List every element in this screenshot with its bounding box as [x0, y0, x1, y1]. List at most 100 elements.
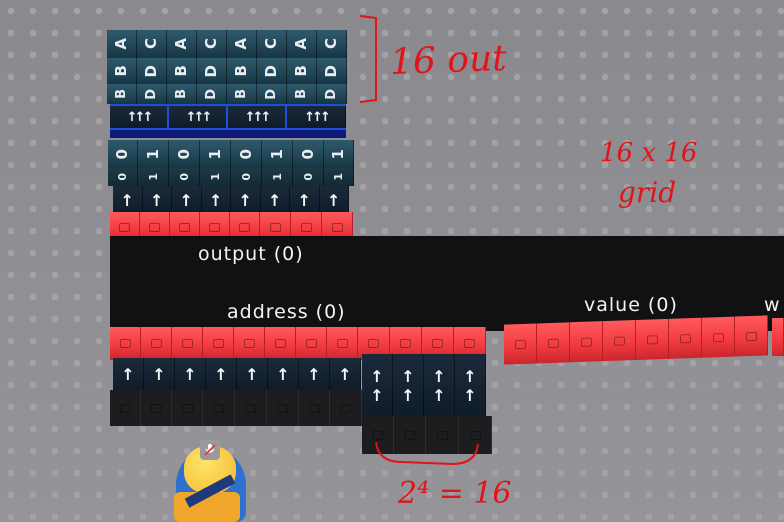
black-brick[interactable] [235, 390, 267, 426]
split-arrow-block[interactable]: ↑↑↑ [110, 106, 169, 128]
value-label: value (0) [584, 294, 678, 316]
black-brick[interactable] [172, 390, 203, 426]
bit-label: 0 [298, 148, 317, 160]
red-brick[interactable] [537, 322, 570, 364]
letter-block[interactable]: D [137, 84, 167, 104]
bit-block[interactable]: 0 [231, 140, 262, 168]
split-arrow-block[interactable]: ↑↑↑ [228, 106, 287, 128]
letter-block[interactable]: D [197, 58, 227, 84]
letter-label: A [172, 38, 190, 50]
arrow-block[interactable]: ↑ [260, 186, 290, 214]
letter-block-row-mid: B D B D B D B D [107, 58, 347, 84]
bit-block[interactable]: 0 [169, 140, 200, 168]
muted-microphone-icon[interactable] [200, 440, 220, 460]
black-brick[interactable] [330, 390, 362, 426]
arrow-block[interactable]: ↑ [142, 186, 172, 214]
black-brick[interactable] [203, 390, 235, 426]
address-label: address (0) [227, 301, 346, 323]
arrow-block[interactable]: ↑ [330, 358, 361, 390]
red-brick[interactable] [172, 327, 203, 360]
red-brick[interactable] [669, 317, 702, 359]
letter-block[interactable]: B [167, 58, 197, 84]
arrow-block[interactable]: ↑ [144, 358, 175, 390]
red-brick[interactable] [327, 327, 358, 360]
letter-block[interactable]: B [287, 58, 317, 84]
arrow-block[interactable]: ↑ [201, 186, 231, 214]
arrow-block[interactable]: ↑ [206, 358, 237, 390]
arrow-block[interactable]: ↑ [175, 358, 206, 390]
letter-block[interactable]: B [227, 58, 257, 84]
letter-block[interactable]: D [137, 58, 167, 84]
red-brick[interactable] [265, 327, 296, 360]
arrow-block[interactable]: ↑ [231, 186, 261, 214]
arrow-up-icon: ↑ [209, 190, 223, 210]
letter-block[interactable]: C [257, 30, 287, 58]
bit-block[interactable]: 1 [138, 168, 169, 186]
red-brick[interactable] [296, 327, 327, 360]
black-brick[interactable] [299, 390, 330, 426]
bit-block[interactable]: 1 [262, 168, 293, 186]
arrow-block[interactable]: ↑ [113, 358, 144, 390]
arrow-block[interactable]: ↑ [268, 358, 299, 390]
bit-block[interactable]: 1 [324, 140, 354, 168]
letter-block[interactable]: B [107, 84, 137, 104]
red-brick[interactable] [735, 315, 768, 357]
letter-block[interactable]: B [227, 84, 257, 104]
letter-block[interactable]: B [107, 58, 137, 84]
bit-block[interactable]: 0 [108, 140, 138, 168]
letter-block[interactable]: C [137, 30, 167, 58]
arrow-block-tall[interactable]: ↑ ↑ [455, 354, 486, 418]
arrow-icon: ↑↑↑ [185, 109, 213, 125]
arrow-block[interactable]: ↑ [237, 358, 268, 390]
player-avatar[interactable] [170, 438, 248, 522]
arrow-block[interactable]: ↑ [290, 186, 320, 214]
red-brick[interactable] [504, 323, 537, 365]
black-brick[interactable] [110, 390, 141, 426]
red-brick[interactable] [636, 318, 669, 360]
letter-block[interactable]: D [317, 58, 347, 84]
black-brick[interactable] [141, 390, 172, 426]
arrow-block[interactable]: ↑ [113, 186, 143, 214]
letter-block[interactable]: A [167, 30, 197, 58]
arrow-block-tall[interactable]: ↑ ↑ [424, 354, 455, 418]
arrow-block[interactable]: ↑ [299, 358, 330, 390]
bit-block[interactable]: 1 [324, 168, 354, 186]
arrow-up-icon: ↑ [370, 386, 384, 405]
letter-block[interactable]: C [317, 30, 347, 58]
red-brick[interactable] [570, 321, 603, 363]
red-brick[interactable] [603, 320, 636, 362]
split-arrow-block[interactable]: ↑↑↑ [169, 106, 228, 128]
arrow-block-tall[interactable]: ↑ ↑ [362, 354, 393, 418]
letter-block[interactable]: A [287, 30, 317, 58]
arrow-block[interactable]: ↑ [172, 186, 202, 214]
red-brick[interactable] [203, 327, 234, 360]
split-arrow-block[interactable]: ↑↑↑ [287, 106, 346, 128]
bit-block[interactable]: 1 [200, 140, 231, 168]
bit-block[interactable]: 1 [138, 140, 169, 168]
letter-block[interactable]: D [257, 58, 287, 84]
letter-block[interactable]: A [227, 30, 257, 58]
arrow-icon: ↑↑↑ [126, 109, 154, 125]
letter-block[interactable]: B [167, 84, 197, 104]
red-brick[interactable] [141, 327, 172, 360]
bit-block[interactable]: 1 [262, 140, 293, 168]
red-brick[interactable] [702, 316, 735, 358]
arrow-block-tall[interactable]: ↑ ↑ [393, 354, 424, 418]
arrow-block[interactable]: ↑ [319, 186, 349, 214]
bit-block[interactable]: 0 [108, 168, 138, 186]
bit-block[interactable]: 0 [293, 168, 324, 186]
bit-block[interactable]: 0 [231, 168, 262, 186]
red-brick-partial[interactable] [772, 318, 784, 356]
letter-block[interactable]: D [257, 84, 287, 104]
bit-block[interactable]: 1 [200, 168, 231, 186]
bit-block[interactable]: 0 [293, 140, 324, 168]
letter-block[interactable]: A [107, 30, 137, 58]
red-brick[interactable] [234, 327, 265, 360]
bit-block[interactable]: 0 [169, 168, 200, 186]
letter-block[interactable]: D [197, 84, 227, 104]
black-brick[interactable] [267, 390, 299, 426]
letter-block[interactable]: D [317, 84, 347, 104]
red-brick[interactable] [110, 327, 141, 360]
letter-block[interactable]: C [197, 30, 227, 58]
letter-block[interactable]: B [287, 84, 317, 104]
